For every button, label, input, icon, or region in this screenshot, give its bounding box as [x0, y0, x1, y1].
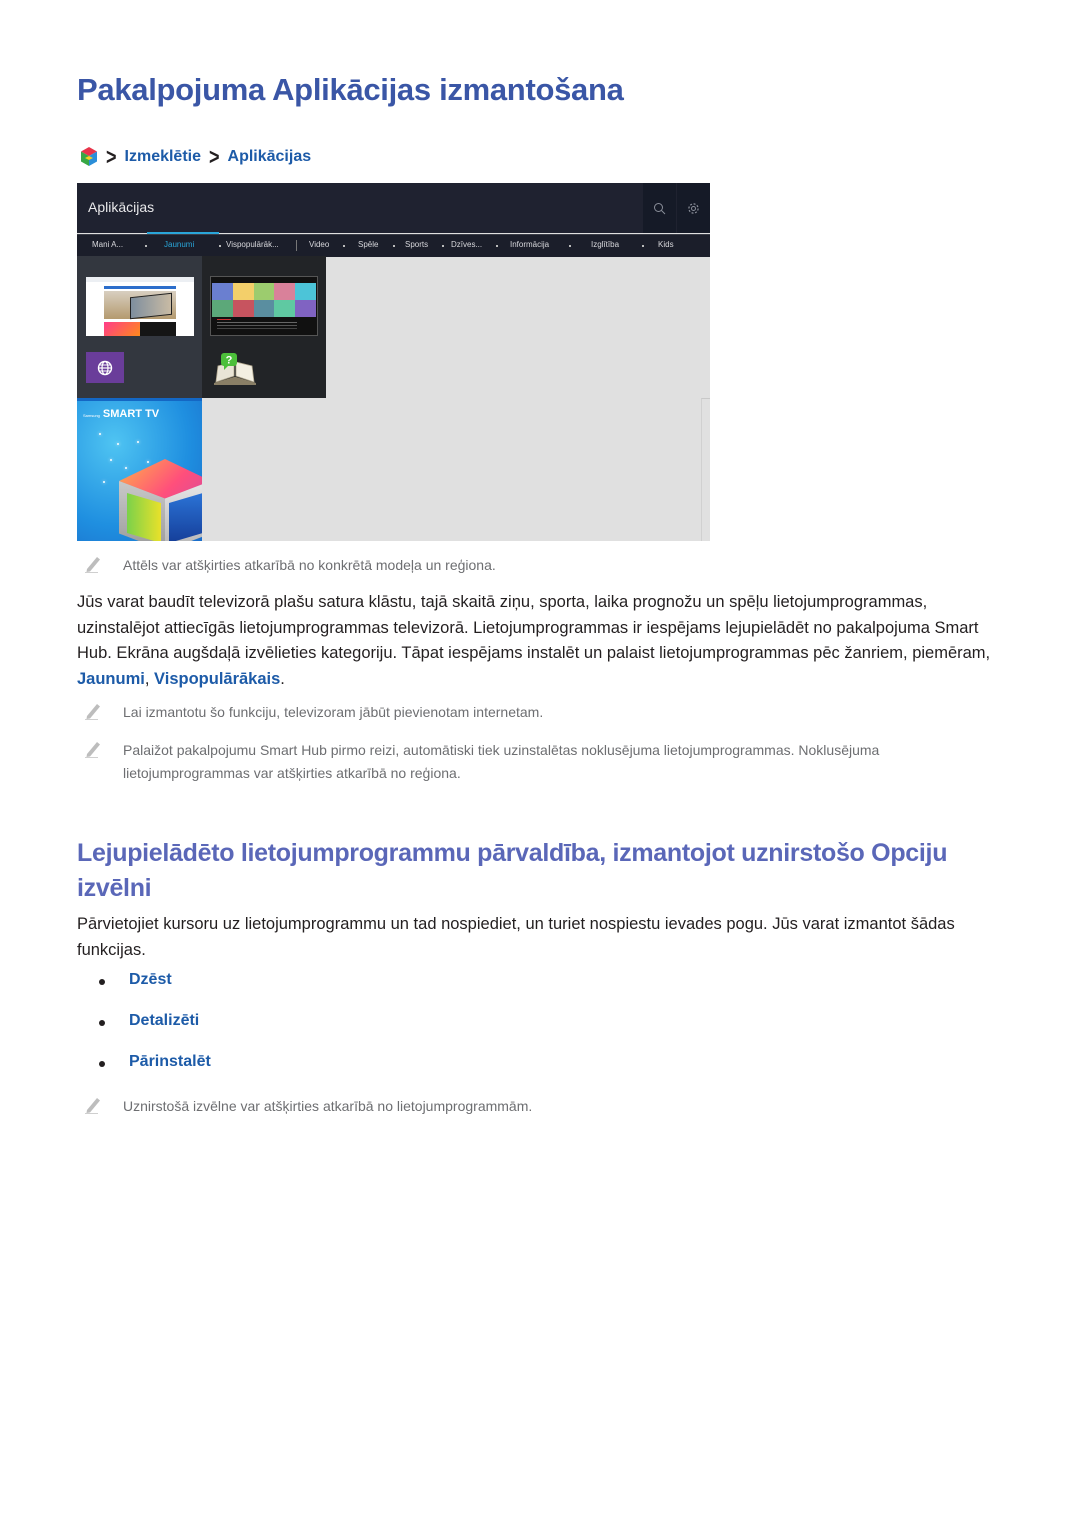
tv-settings-button[interactable]: [677, 183, 710, 233]
smart-tv-logo: Samsung SMART TV: [83, 408, 160, 420]
section-heading: Lejupielādēto lietojumprogrammu pārvaldī…: [77, 839, 948, 902]
app-tile-samsung-smart-tv[interactable]: Samsung SMART TV: [77, 401, 202, 541]
link-jaunumi[interactable]: Jaunumi: [77, 670, 145, 688]
pencil-icon: [85, 1098, 100, 1114]
tab-dot: [343, 245, 345, 247]
tv-screen-title: Aplikācijas: [88, 199, 155, 215]
option-parinstalet[interactable]: Pārinstalēt: [99, 1053, 211, 1094]
sparkle: [99, 433, 101, 435]
sparkle: [147, 461, 149, 463]
tv-tab-kids[interactable]: Kids: [658, 240, 674, 249]
note-internet: Lai izmantotu šo funkciju, televizoram j…: [84, 701, 543, 724]
intro-paragraph: Jūs varat baudīt televizorā plašu satura…: [77, 593, 991, 688]
tv-tab-spele[interactable]: Spēle: [358, 240, 378, 249]
tab-dot: [145, 245, 147, 247]
svg-text:?: ?: [226, 355, 233, 367]
globe-icon: [86, 352, 124, 383]
pencil-icon: [85, 742, 100, 758]
tab-dot: [642, 245, 644, 247]
tab-dot: [219, 245, 221, 247]
pencil-icon: [85, 704, 100, 720]
page-title: Pakalpojuma Aplikācijas izmantošana: [77, 72, 624, 107]
tv-tab-sports[interactable]: Sports: [405, 240, 428, 249]
breadcrumb-item-izmekletie[interactable]: Izmeklētie: [125, 148, 201, 166]
ebook-help-icon: ?: [212, 352, 258, 386]
breadcrumb-separator: >: [209, 143, 220, 170]
option-dzest[interactable]: Dzēst: [99, 971, 211, 1012]
section-paragraph: Pārvietojiet kursoru uz lietojumprogramm…: [77, 915, 955, 959]
option-detalizeti[interactable]: Detalizēti: [99, 1012, 211, 1053]
options-list: Dzēst Detalizēti Pārinstalēt: [99, 971, 211, 1094]
tv-search-button[interactable]: [643, 183, 676, 233]
gear-icon: [688, 202, 699, 214]
sparkle: [110, 459, 112, 461]
app-tile-e-manual[interactable]: ?: [202, 256, 326, 398]
tv-tab-izglitiba[interactable]: Izglītība: [591, 240, 619, 249]
breadcrumb: > Izmeklētie > Aplikācijas: [80, 143, 312, 170]
tv-screenshot: Aplikācijas Mani A... Jaunumi Vispopulār…: [77, 183, 710, 541]
tab-divider: [296, 240, 297, 251]
sparkle: [137, 441, 139, 443]
link-vispopularakais[interactable]: Vispopulārākais: [154, 670, 280, 688]
tv-tab-mani[interactable]: Mani A...: [92, 240, 123, 249]
pencil-icon: [85, 557, 100, 573]
panel-edge: [701, 398, 710, 541]
breadcrumb-item-aplikacijas[interactable]: Aplikācijas: [228, 148, 312, 166]
tab-dot: [569, 245, 571, 247]
breadcrumb-separator: >: [106, 143, 117, 170]
tv-header: Aplikācijas: [77, 183, 710, 233]
note-popup-menu: Uznirstošā izvēlne var atšķirties atkarī…: [84, 1095, 532, 1118]
tv-tab-dzives[interactable]: Dzīves...: [451, 240, 482, 249]
note-default-apps: Palaižot pakalpojumu Smart Hub pirmo rei…: [84, 739, 944, 785]
app-tile-web-browser[interactable]: [77, 256, 202, 398]
smart-hub-icon: [80, 147, 98, 167]
sparkle: [103, 481, 105, 483]
tab-dot: [393, 245, 395, 247]
sparkle: [117, 443, 119, 445]
sparkle: [125, 467, 127, 469]
tab-dot: [496, 245, 498, 247]
tv-tab-jaunumi[interactable]: Jaunumi: [164, 240, 194, 249]
tv-category-tabs: Mani A... Jaunumi Vispopulārāk... Video …: [77, 234, 710, 257]
note-image: Attēls var atšķirties atkarībā no konkrē…: [84, 554, 496, 577]
tv-tab-video[interactable]: Video: [309, 240, 329, 249]
search-icon: [654, 202, 666, 214]
tab-dot: [442, 245, 444, 247]
tv-tab-informacija[interactable]: Informācija: [510, 240, 549, 249]
e-manual-preview: [210, 276, 318, 336]
tv-tab-vispopularak[interactable]: Vispopulārāk...: [226, 240, 279, 249]
web-browser-preview: [86, 277, 194, 336]
